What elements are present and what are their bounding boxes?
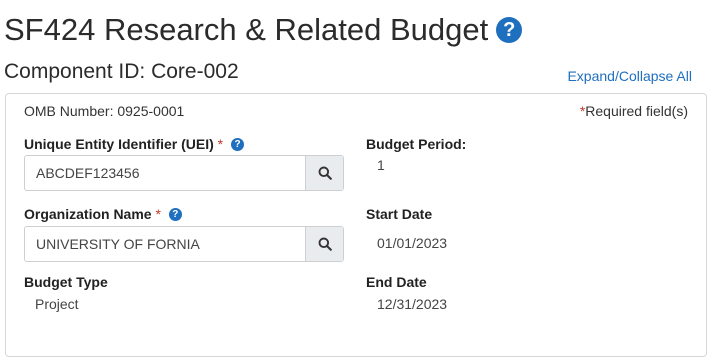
uei-search-button[interactable]: [305, 156, 343, 190]
budget-panel: OMB Number: 0925-0001 *Required field(s)…: [5, 93, 707, 357]
search-icon: [318, 237, 332, 251]
budget-type-label: Budget Type: [24, 274, 108, 290]
budget-period-value: 1: [377, 157, 385, 173]
org-name-required-star: *: [155, 206, 161, 222]
omb-number: OMB Number: 0925-0001: [24, 103, 185, 119]
budget-period-label: Budget Period:: [366, 136, 467, 152]
org-name-input[interactable]: UNIVERSITY OF FORNIA: [25, 227, 305, 261]
help-icon[interactable]: ?: [496, 17, 523, 43]
uei-help-icon[interactable]: ?: [231, 137, 245, 151]
end-date-label: End Date: [366, 274, 427, 290]
uei-field: ABCDEF123456: [24, 155, 344, 191]
page-title-text: SF424 Research & Related Budget: [4, 12, 489, 47]
page-title: SF424 Research & Related Budget ?: [4, 12, 523, 48]
org-name-field: UNIVERSITY OF FORNIA: [24, 226, 344, 262]
end-date-value: 12/31/2023: [377, 296, 448, 312]
uei-required-star: *: [217, 136, 224, 152]
budget-type-value: Project: [35, 296, 79, 312]
org-name-help-icon[interactable]: ?: [168, 207, 182, 221]
org-name-label-text: Organization Name: [24, 206, 152, 222]
uei-label: Unique Entity Identifier (UEI) * ?: [24, 136, 245, 152]
start-date-label: Start Date: [366, 206, 433, 222]
required-fields-note: *Required field(s): [580, 103, 688, 119]
search-icon: [318, 166, 332, 180]
uei-label-text: Unique Entity Identifier (UEI): [24, 136, 214, 152]
org-name-search-button[interactable]: [305, 227, 343, 261]
required-text: Required field(s): [585, 103, 688, 119]
uei-input[interactable]: ABCDEF123456: [25, 156, 305, 190]
component-id: Component ID: Core-002: [4, 60, 239, 83]
org-name-label: Organization Name * ?: [24, 206, 182, 222]
expand-collapse-all-link[interactable]: Expand/Collapse All: [567, 68, 692, 84]
start-date-value: 01/01/2023: [377, 235, 448, 251]
